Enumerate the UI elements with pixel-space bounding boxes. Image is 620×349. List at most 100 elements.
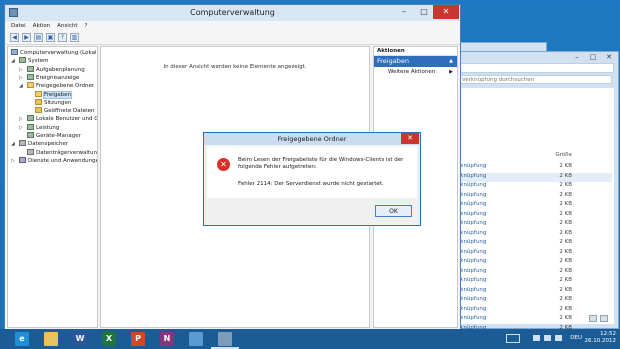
close-button[interactable]: ✕ — [433, 5, 459, 19]
minimize-icon[interactable]: – — [572, 54, 582, 61]
file-row[interactable]: rknüpfung 2 KB — [458, 249, 612, 258]
error-message: Beim Lesen der Freigabeliste für die Win… — [238, 157, 404, 170]
taskbar: e W X P N DEU 12:52 26.10.2012 — [0, 329, 620, 349]
collapsed-arrow-icon[interactable]: ▷ — [19, 74, 25, 82]
file-row[interactable]: rknüpfung 2 KB — [458, 306, 612, 315]
flag-icon[interactable] — [533, 335, 540, 341]
file-row[interactable]: rknüpfung 2 KB — [458, 201, 612, 210]
language-indicator[interactable]: DEU — [570, 335, 582, 341]
address-bar[interactable] — [456, 63, 614, 73]
tree-node[interactable]: ◢ Freigegebene Ordner — [19, 82, 95, 90]
tree-node[interactable]: ◢ System — [11, 57, 49, 65]
file-row[interactable]: rknüpfung 2 KB — [458, 172, 612, 182]
collapsed-arrow-icon[interactable]: ▷ — [19, 66, 25, 74]
forward-icon[interactable]: ▶ — [22, 33, 31, 42]
menu-item[interactable]: Datei — [11, 21, 26, 31]
collapsed-arrow-icon[interactable]: ▷ — [11, 157, 17, 165]
tool-icon — [27, 123, 34, 130]
tree-node[interactable]: ◢ Datenspeicher — [11, 140, 68, 148]
tree-node[interactable]: ▷ Lokale Benutzer und Gr — [19, 115, 97, 123]
file-row[interactable]: rknüpfung 2 KB — [458, 211, 612, 220]
excel-icon[interactable]: X — [102, 332, 116, 346]
file-row[interactable]: rknüpfung 2 KB — [458, 296, 612, 305]
search-input[interactable]: Verknüpfung durchsuchen — [458, 75, 612, 84]
minimize-button[interactable]: – — [394, 5, 414, 19]
actions-header: Aktionen — [374, 47, 457, 56]
column-size-header[interactable]: Größe — [555, 152, 572, 158]
file-size: 2 KB — [559, 315, 572, 321]
tree-node[interactable]: ▷ Ereignisanzeige — [19, 73, 79, 82]
file-row[interactable]: rknüpfung 2 KB — [458, 258, 612, 267]
background-explorer-window[interactable]: – □ ✕ Verknüpfung durchsuchen p Größe rk… — [451, 51, 619, 331]
clock[interactable]: 12:52 26.10.2012 — [585, 331, 617, 345]
more-actions-item[interactable]: Weitere Aktionen ▶ — [374, 67, 457, 77]
file-row[interactable]: rknüpfung 2 KB — [458, 192, 612, 201]
onenote-icon[interactable]: N — [160, 332, 174, 346]
file-row[interactable]: rknüpfung 2 KB — [458, 220, 612, 229]
expanded-arrow-icon[interactable]: ◢ — [19, 82, 25, 90]
file-type: rknüpfung — [458, 267, 487, 274]
maximize-icon[interactable]: □ — [588, 54, 598, 61]
tree-node[interactable]: ▷ Dienste und Anwendungen — [11, 156, 97, 165]
details-view-icon[interactable] — [589, 315, 597, 322]
tree-node[interactable]: Computerverwaltung (Lokal) — [11, 49, 97, 57]
up-folder-icon[interactable]: ▣ — [46, 33, 55, 42]
menu-item[interactable]: ? — [84, 21, 87, 31]
tree-node-label: Sitzungen — [44, 99, 72, 106]
share-icon — [35, 90, 42, 97]
folder-icon — [35, 107, 42, 114]
tree-node[interactable]: Geräte-Manager — [27, 132, 81, 140]
file-row[interactable]: rknüpfung 2 KB — [458, 230, 612, 239]
volume-icon[interactable] — [555, 335, 562, 341]
tree-node[interactable]: ▷ Aufgabenplanung — [19, 65, 85, 74]
network-icon[interactable] — [544, 335, 551, 341]
menu-item[interactable]: Ansicht — [57, 21, 77, 31]
tree-node[interactable]: Geöffnete Dateien — [35, 107, 95, 115]
internet-explorer-icon[interactable]: e — [15, 332, 29, 346]
collapsed-arrow-icon[interactable]: ▷ — [19, 124, 25, 132]
file-type: rknüpfung — [458, 191, 487, 198]
svc-icon — [19, 156, 26, 163]
computer-management-icon[interactable] — [218, 332, 232, 346]
powerpoint-icon[interactable]: P — [131, 332, 145, 346]
file-size: 2 KB — [559, 248, 572, 255]
dialog-close-button[interactable]: ✕ — [401, 133, 419, 144]
console-tree-icon[interactable]: ▤ — [34, 33, 43, 42]
file-row[interactable]: rknüpfung 2 KB — [458, 277, 612, 286]
file-type: rknüpfung — [458, 229, 487, 236]
maximize-button[interactable]: □ — [414, 5, 434, 19]
dialog-title-bar: Freigegebene Ordner ✕ — [204, 133, 420, 145]
file-explorer-icon[interactable] — [44, 332, 58, 346]
file-row[interactable]: rknüpfung 2 KB — [458, 182, 612, 191]
tree-node[interactable]: Freigaben — [35, 90, 73, 99]
file-row[interactable]: rknüpfung 2 KB — [458, 239, 612, 248]
menu-item[interactable]: Aktion — [33, 21, 50, 31]
file-row[interactable]: rknüpfung 2 KB — [458, 163, 612, 172]
close-icon[interactable]: ✕ — [604, 54, 614, 61]
file-size: 2 KB — [559, 296, 572, 302]
expanded-arrow-icon[interactable]: ◢ — [11, 57, 17, 65]
tree-node[interactable]: Datenträgerverwaltung — [27, 148, 97, 157]
show-action-pane-icon[interactable]: ▥ — [70, 33, 79, 42]
help-icon[interactable]: ? — [58, 33, 67, 42]
word-icon[interactable]: W — [73, 332, 87, 346]
disk-icon — [19, 140, 26, 147]
collapsed-arrow-icon[interactable]: ▷ — [19, 115, 25, 123]
tree-node-label: Freigegebene Ordner — [36, 83, 95, 90]
expanded-arrow-icon[interactable]: ◢ — [11, 140, 17, 148]
ok-button[interactable]: OK — [375, 205, 412, 217]
file-row[interactable]: rknüpfung 2 KB — [458, 268, 612, 277]
keyboard-icon[interactable] — [506, 334, 520, 343]
file-size: 2 KB — [559, 163, 572, 169]
control-panel-icon[interactable] — [189, 332, 203, 346]
computer-management-icon — [9, 8, 18, 17]
file-row[interactable]: rknüpfung 2 KB — [458, 287, 612, 296]
file-size: 2 KB — [559, 220, 572, 226]
actions-group-freigaben[interactable]: Freigaben ▲ — [374, 56, 457, 67]
back-icon[interactable]: ◀ — [10, 33, 19, 42]
comp-icon — [11, 49, 18, 55]
tree-node[interactable]: ▷ Leistung — [19, 123, 59, 132]
collapse-up-icon[interactable]: ▲ — [449, 56, 453, 67]
tree-node[interactable]: Sitzungen — [35, 98, 72, 107]
tiles-view-icon[interactable] — [600, 315, 608, 322]
